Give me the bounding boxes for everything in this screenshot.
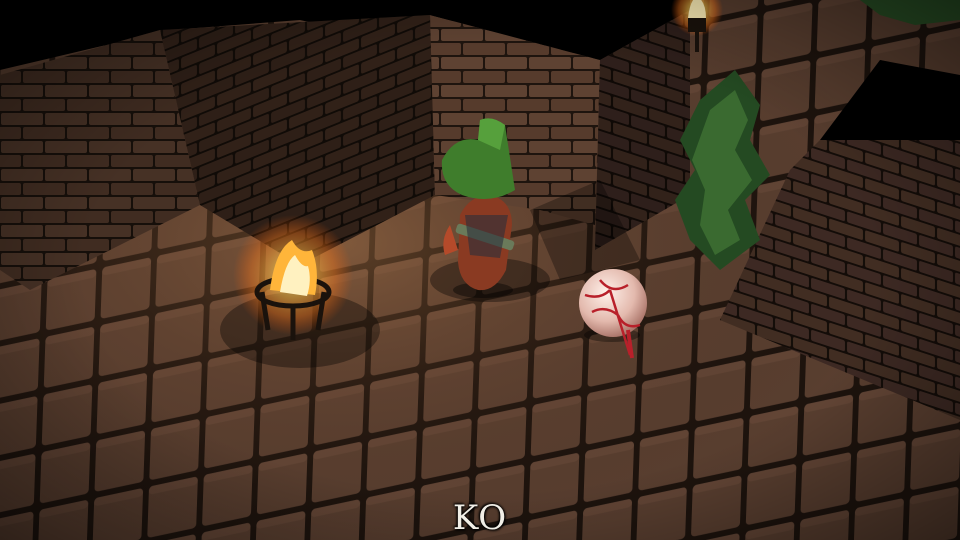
hud-status-text: KO: [452, 498, 508, 538]
dungeon-scene: [0, 0, 960, 540]
game-viewport[interactable]: KO: [0, 0, 960, 540]
